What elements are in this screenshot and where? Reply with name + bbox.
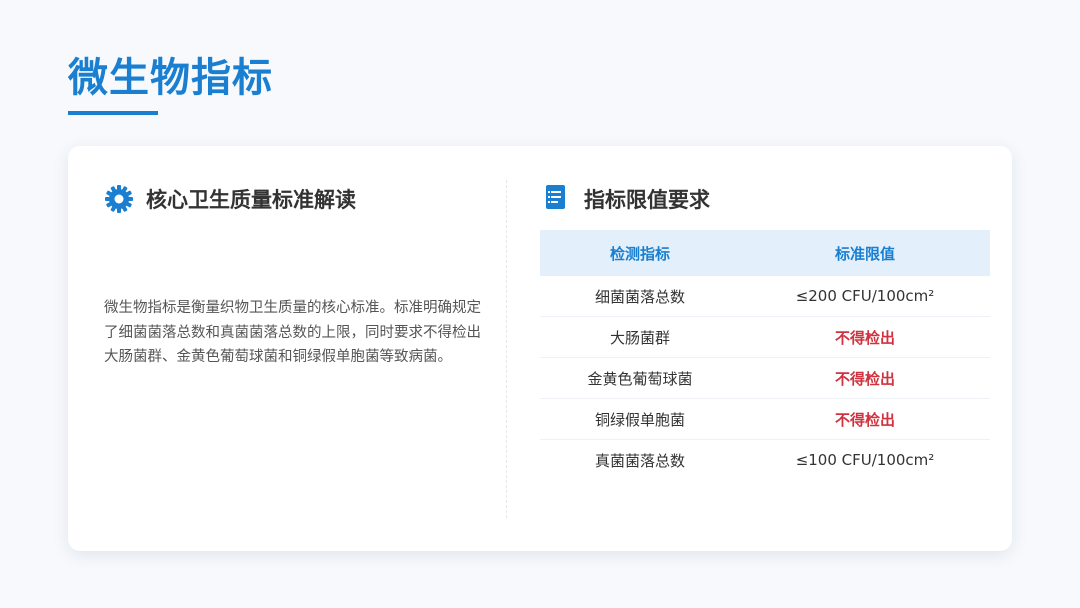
right-heading-text: 指标限值要求 (584, 188, 710, 212)
content-card: 核心卫生质量标准解读 微生物指标是衡量织物卫生质量的核心标准。标准明确规定了细菌… (68, 146, 1012, 551)
title-underline (68, 111, 158, 115)
table-row: 真菌菌落总数 ≤100 CFU/100cm² (540, 440, 990, 481)
intro-paragraph: 微生物指标是衡量织物卫生质量的核心标准。标准明确规定了细菌菌落总数和真菌菌落总数… (104, 300, 481, 365)
limit-cell-not-detected: 不得检出 (740, 357, 990, 399)
header-limit: 标准限值 (740, 230, 990, 276)
header-indicator: 检测指标 (540, 230, 740, 276)
table-row: 金黄色葡萄球菌 不得检出 (540, 357, 990, 399)
limit-cell: ≤200 CFU/100cm² (740, 276, 990, 317)
table-row: 细菌菌落总数 ≤200 CFU/100cm² (540, 276, 990, 317)
indicator-cell: 大肠菌群 (540, 316, 740, 358)
column-divider (506, 180, 507, 518)
indicator-cell: 铜绿假单胞菌 (540, 398, 740, 440)
left-section-heading: 核心卫生质量标准解读 (104, 184, 356, 214)
indicator-cell: 真菌菌落总数 (594, 451, 685, 470)
table-row: 铜绿假单胞菌 不得检出 (540, 398, 990, 440)
page-title: 微生物指标 (68, 55, 273, 101)
list-document-icon (544, 184, 574, 214)
right-section-heading: 指标限值要求 (544, 184, 710, 214)
limit-cell-not-detected: 不得检出 (740, 398, 990, 440)
table-header-row: 检测指标 标准限值 (540, 230, 990, 276)
gear-icon (104, 184, 134, 214)
left-heading-text: 核心卫生质量标准解读 (146, 188, 356, 212)
table-row: 大肠菌群 不得检出 (540, 316, 990, 358)
indicator-cell: 金黄色葡萄球菌 (540, 357, 740, 399)
limit-cell-not-detected: 不得检出 (740, 316, 990, 358)
limits-table: 检测指标 标准限值 细菌菌落总数 ≤200 CFU/100cm² 大肠菌群 不得… (540, 230, 990, 480)
indicator-cell: 细菌菌落总数 (540, 276, 740, 317)
limit-cell: ≤100 CFU/100cm² (795, 451, 935, 469)
